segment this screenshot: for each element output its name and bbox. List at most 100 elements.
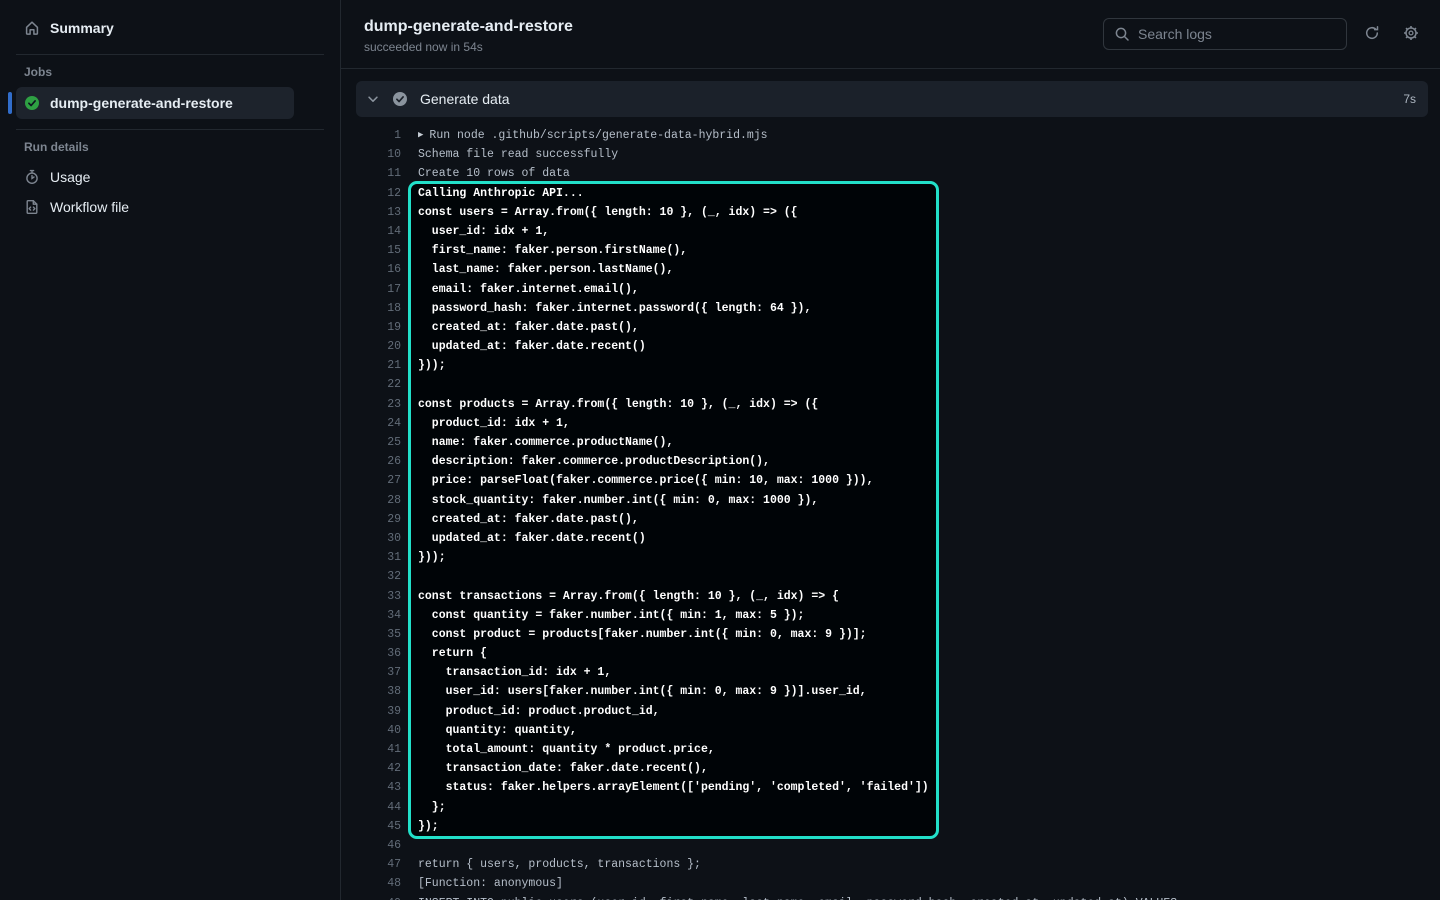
log-line-text: created_at: faker.date.past(), xyxy=(418,318,639,337)
line-number[interactable]: 25 xyxy=(356,433,401,452)
log-line: 36 return { xyxy=(356,644,1428,663)
log-line: 18 password_hash: faker.internet.passwor… xyxy=(356,299,1428,318)
sidebar-divider xyxy=(16,54,324,55)
line-number[interactable]: 27 xyxy=(356,471,401,490)
line-number[interactable]: 20 xyxy=(356,337,401,356)
line-number[interactable]: 29 xyxy=(356,510,401,529)
stopwatch-icon xyxy=(24,169,40,185)
line-number[interactable]: 46 xyxy=(356,836,401,855)
sidebar-item-label: Summary xyxy=(50,20,114,36)
line-number[interactable]: 16 xyxy=(356,260,401,279)
line-number[interactable]: 49 xyxy=(356,894,401,900)
log-line: 39 product_id: product.product_id, xyxy=(356,702,1428,721)
log-line: 26 description: faker.commerce.productDe… xyxy=(356,452,1428,471)
log-line-text: password_hash: faker.internet.password({… xyxy=(418,299,811,318)
sidebar-item-job-dump-generate-and-restore[interactable]: dump-generate-and-restore xyxy=(16,87,294,119)
log-line: 40 quantity: quantity, xyxy=(356,721,1428,740)
run-header: dump-generate-and-restore succeeded now … xyxy=(341,0,1440,69)
line-number[interactable]: 40 xyxy=(356,721,401,740)
log-line: 38 user_id: users[faker.number.int({ min… xyxy=(356,682,1428,701)
step-header-generate-data[interactable]: Generate data 7s xyxy=(356,81,1428,117)
log-line: 42 transaction_date: faker.date.recent()… xyxy=(356,759,1428,778)
page-title: dump-generate-and-restore xyxy=(364,17,573,37)
log-line-text: [Function: anonymous] xyxy=(418,874,563,893)
line-number[interactable]: 43 xyxy=(356,778,401,797)
sidebar-item-label: Workflow file xyxy=(50,199,129,215)
line-number[interactable]: 28 xyxy=(356,491,401,510)
log-line-text: stock_quantity: faker.number.int({ min: … xyxy=(418,491,818,510)
log-line-text: Run node .github/scripts/generate-data-h… xyxy=(418,126,768,145)
log-line: 17 email: faker.internet.email(), xyxy=(356,280,1428,299)
run-details-section-label: Run details xyxy=(24,140,316,154)
line-number[interactable]: 21 xyxy=(356,356,401,375)
line-number[interactable]: 32 xyxy=(356,567,401,586)
search-logs-input[interactable] xyxy=(1138,26,1336,42)
step-duration: 7s xyxy=(1403,92,1416,106)
main-content: dump-generate-and-restore succeeded now … xyxy=(341,0,1440,900)
line-number[interactable]: 35 xyxy=(356,625,401,644)
line-number[interactable]: 24 xyxy=(356,414,401,433)
line-number[interactable]: 44 xyxy=(356,798,401,817)
line-number[interactable]: 37 xyxy=(356,663,401,682)
sidebar-item-summary[interactable]: Summary xyxy=(16,12,324,44)
sidebar-item-usage[interactable]: Usage xyxy=(16,162,324,192)
log-line-text: }); xyxy=(418,817,439,836)
line-number[interactable]: 10 xyxy=(356,145,401,164)
log-line: 21})); xyxy=(356,356,1428,375)
sync-icon xyxy=(1364,25,1380,44)
log-line: 28 stock_quantity: faker.number.int({ mi… xyxy=(356,491,1428,510)
line-number[interactable]: 34 xyxy=(356,606,401,625)
search-logs-box[interactable] xyxy=(1103,18,1347,50)
job-name-label: dump-generate-and-restore xyxy=(50,95,233,111)
line-number[interactable]: 19 xyxy=(356,318,401,337)
log-line: 1 Run node .github/scripts/generate-data-… xyxy=(356,126,1428,145)
line-number[interactable]: 22 xyxy=(356,375,401,394)
log-line: 22 xyxy=(356,375,1428,394)
log-line-text: description: faker.commerce.productDescr… xyxy=(418,452,770,471)
line-number[interactable]: 31 xyxy=(356,548,401,567)
log-line: 23 const products = Array.from({ length: … xyxy=(356,395,1428,414)
log-line: 25 name: faker.commerce.productName(), xyxy=(356,433,1428,452)
log-line: 31})); xyxy=(356,548,1428,567)
line-number[interactable]: 18 xyxy=(356,299,401,318)
log-line-text: last_name: faker.person.lastName(), xyxy=(418,260,673,279)
log-line-text: Create 10 rows of data xyxy=(418,164,570,183)
log-line-text: total_amount: quantity * product.price, xyxy=(418,740,715,759)
line-number[interactable]: 48 xyxy=(356,874,401,893)
line-number[interactable]: 12 xyxy=(356,184,401,203)
line-number[interactable]: 42 xyxy=(356,759,401,778)
job-success-icon xyxy=(24,95,40,111)
line-number[interactable]: 36 xyxy=(356,644,401,663)
line-number[interactable]: 17 xyxy=(356,280,401,299)
log-line-text: Calling Anthropic API... xyxy=(418,184,584,203)
log-line: 27 price: parseFloat(faker.commerce.pric… xyxy=(356,471,1428,490)
log-line-text: const products = Array.from({ length: 10… xyxy=(418,395,818,414)
log-line-text: transaction_id: idx + 1, xyxy=(418,663,611,682)
log-line-text: })); xyxy=(418,356,446,375)
line-number[interactable]: 45 xyxy=(356,817,401,836)
line-number[interactable]: 41 xyxy=(356,740,401,759)
line-number[interactable]: 47 xyxy=(356,855,401,874)
sidebar-divider xyxy=(16,129,324,130)
line-number[interactable]: 13 xyxy=(356,203,401,222)
line-number[interactable]: 15 xyxy=(356,241,401,260)
log-line-text: const users = Array.from({ length: 10 },… xyxy=(418,203,798,222)
line-number[interactable]: 30 xyxy=(356,529,401,548)
log-line: 45}); xyxy=(356,817,1428,836)
line-number[interactable]: 1 xyxy=(356,126,401,145)
line-number[interactable]: 39 xyxy=(356,702,401,721)
line-number[interactable]: 14 xyxy=(356,222,401,241)
log-line-text: Schema file read successfully xyxy=(418,145,618,164)
sidebar: Summary Jobs dump-generate-and-restore R… xyxy=(0,0,341,900)
line-number[interactable]: 38 xyxy=(356,682,401,701)
sidebar-item-workflow-file[interactable]: Workflow file xyxy=(16,192,324,222)
run-status-text: succeeded now in 54s xyxy=(364,40,573,54)
log-line-text: updated_at: faker.date.recent() xyxy=(418,337,646,356)
log-line: 11 Create 10 rows of data xyxy=(356,164,1428,183)
line-number[interactable]: 11 xyxy=(356,164,401,183)
line-number[interactable]: 26 xyxy=(356,452,401,471)
line-number[interactable]: 33 xyxy=(356,587,401,606)
refresh-logs-button[interactable] xyxy=(1364,26,1380,42)
line-number[interactable]: 23 xyxy=(356,395,401,414)
log-settings-button[interactable] xyxy=(1403,26,1419,42)
